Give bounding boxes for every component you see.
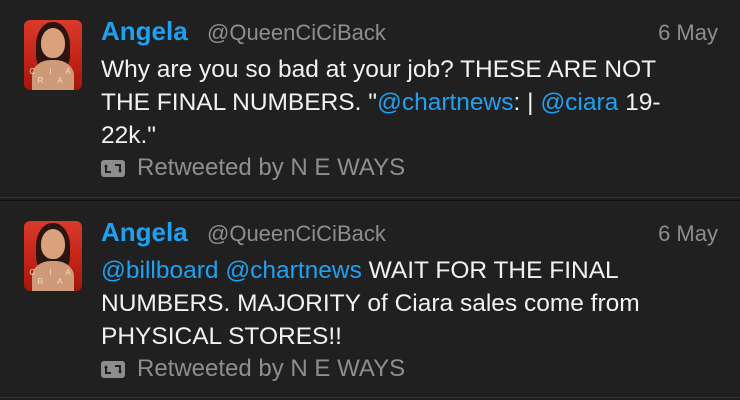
avatar-album-lettering: C I A R A (29, 67, 77, 85)
tweet-author-name[interactable]: Angela (101, 217, 188, 248)
tweet-timeline[interactable]: C I A R A Angela @QueenCiCiBack 6 May Wh… (0, 0, 740, 400)
tweet-author-handle[interactable]: @QueenCiCiBack (207, 20, 386, 46)
tweet-text-segment: : | (513, 89, 541, 116)
tweet-date: 6 May (658, 20, 718, 45)
retweet-label: Retweeted by N E WAYS (137, 355, 406, 382)
tweet-item[interactable]: C I A R A Angela @QueenCiCiBack 6 May Wh… (0, 0, 740, 198)
tweet-text: Why are you so bad at your job? THESE AR… (101, 53, 701, 152)
tweet-item[interactable]: C I A R A Angela @QueenCiCiBack 6 May @b… (0, 200, 740, 398)
avatar[interactable]: C I A R A (24, 221, 82, 291)
mention-link[interactable]: @billboard (101, 257, 219, 284)
tweet-author-name[interactable]: Angela (101, 16, 188, 47)
mention-link[interactable]: @ciara (540, 89, 618, 116)
tweet-author-handle[interactable]: @QueenCiCiBack (207, 221, 386, 247)
retweet-icon (101, 159, 125, 177)
avatar[interactable]: C I A R A (24, 20, 82, 90)
avatar-face (41, 28, 65, 58)
retweet-label: Retweeted by N E WAYS (137, 154, 406, 181)
tweet-date: 6 May (658, 221, 718, 246)
tweet-text: @billboard @chartnews WAIT FOR THE FINAL… (101, 254, 701, 353)
retweet-icon (101, 360, 125, 378)
retweet-line[interactable]: Retweeted by N E WAYS (101, 153, 405, 183)
avatar-face (41, 229, 65, 259)
retweet-line[interactable]: Retweeted by N E WAYS (101, 354, 405, 384)
avatar-album-lettering: C I A R A (29, 268, 77, 286)
mention-link[interactable]: @chartnews (225, 257, 362, 284)
mention-link[interactable]: @chartnews (377, 89, 514, 116)
